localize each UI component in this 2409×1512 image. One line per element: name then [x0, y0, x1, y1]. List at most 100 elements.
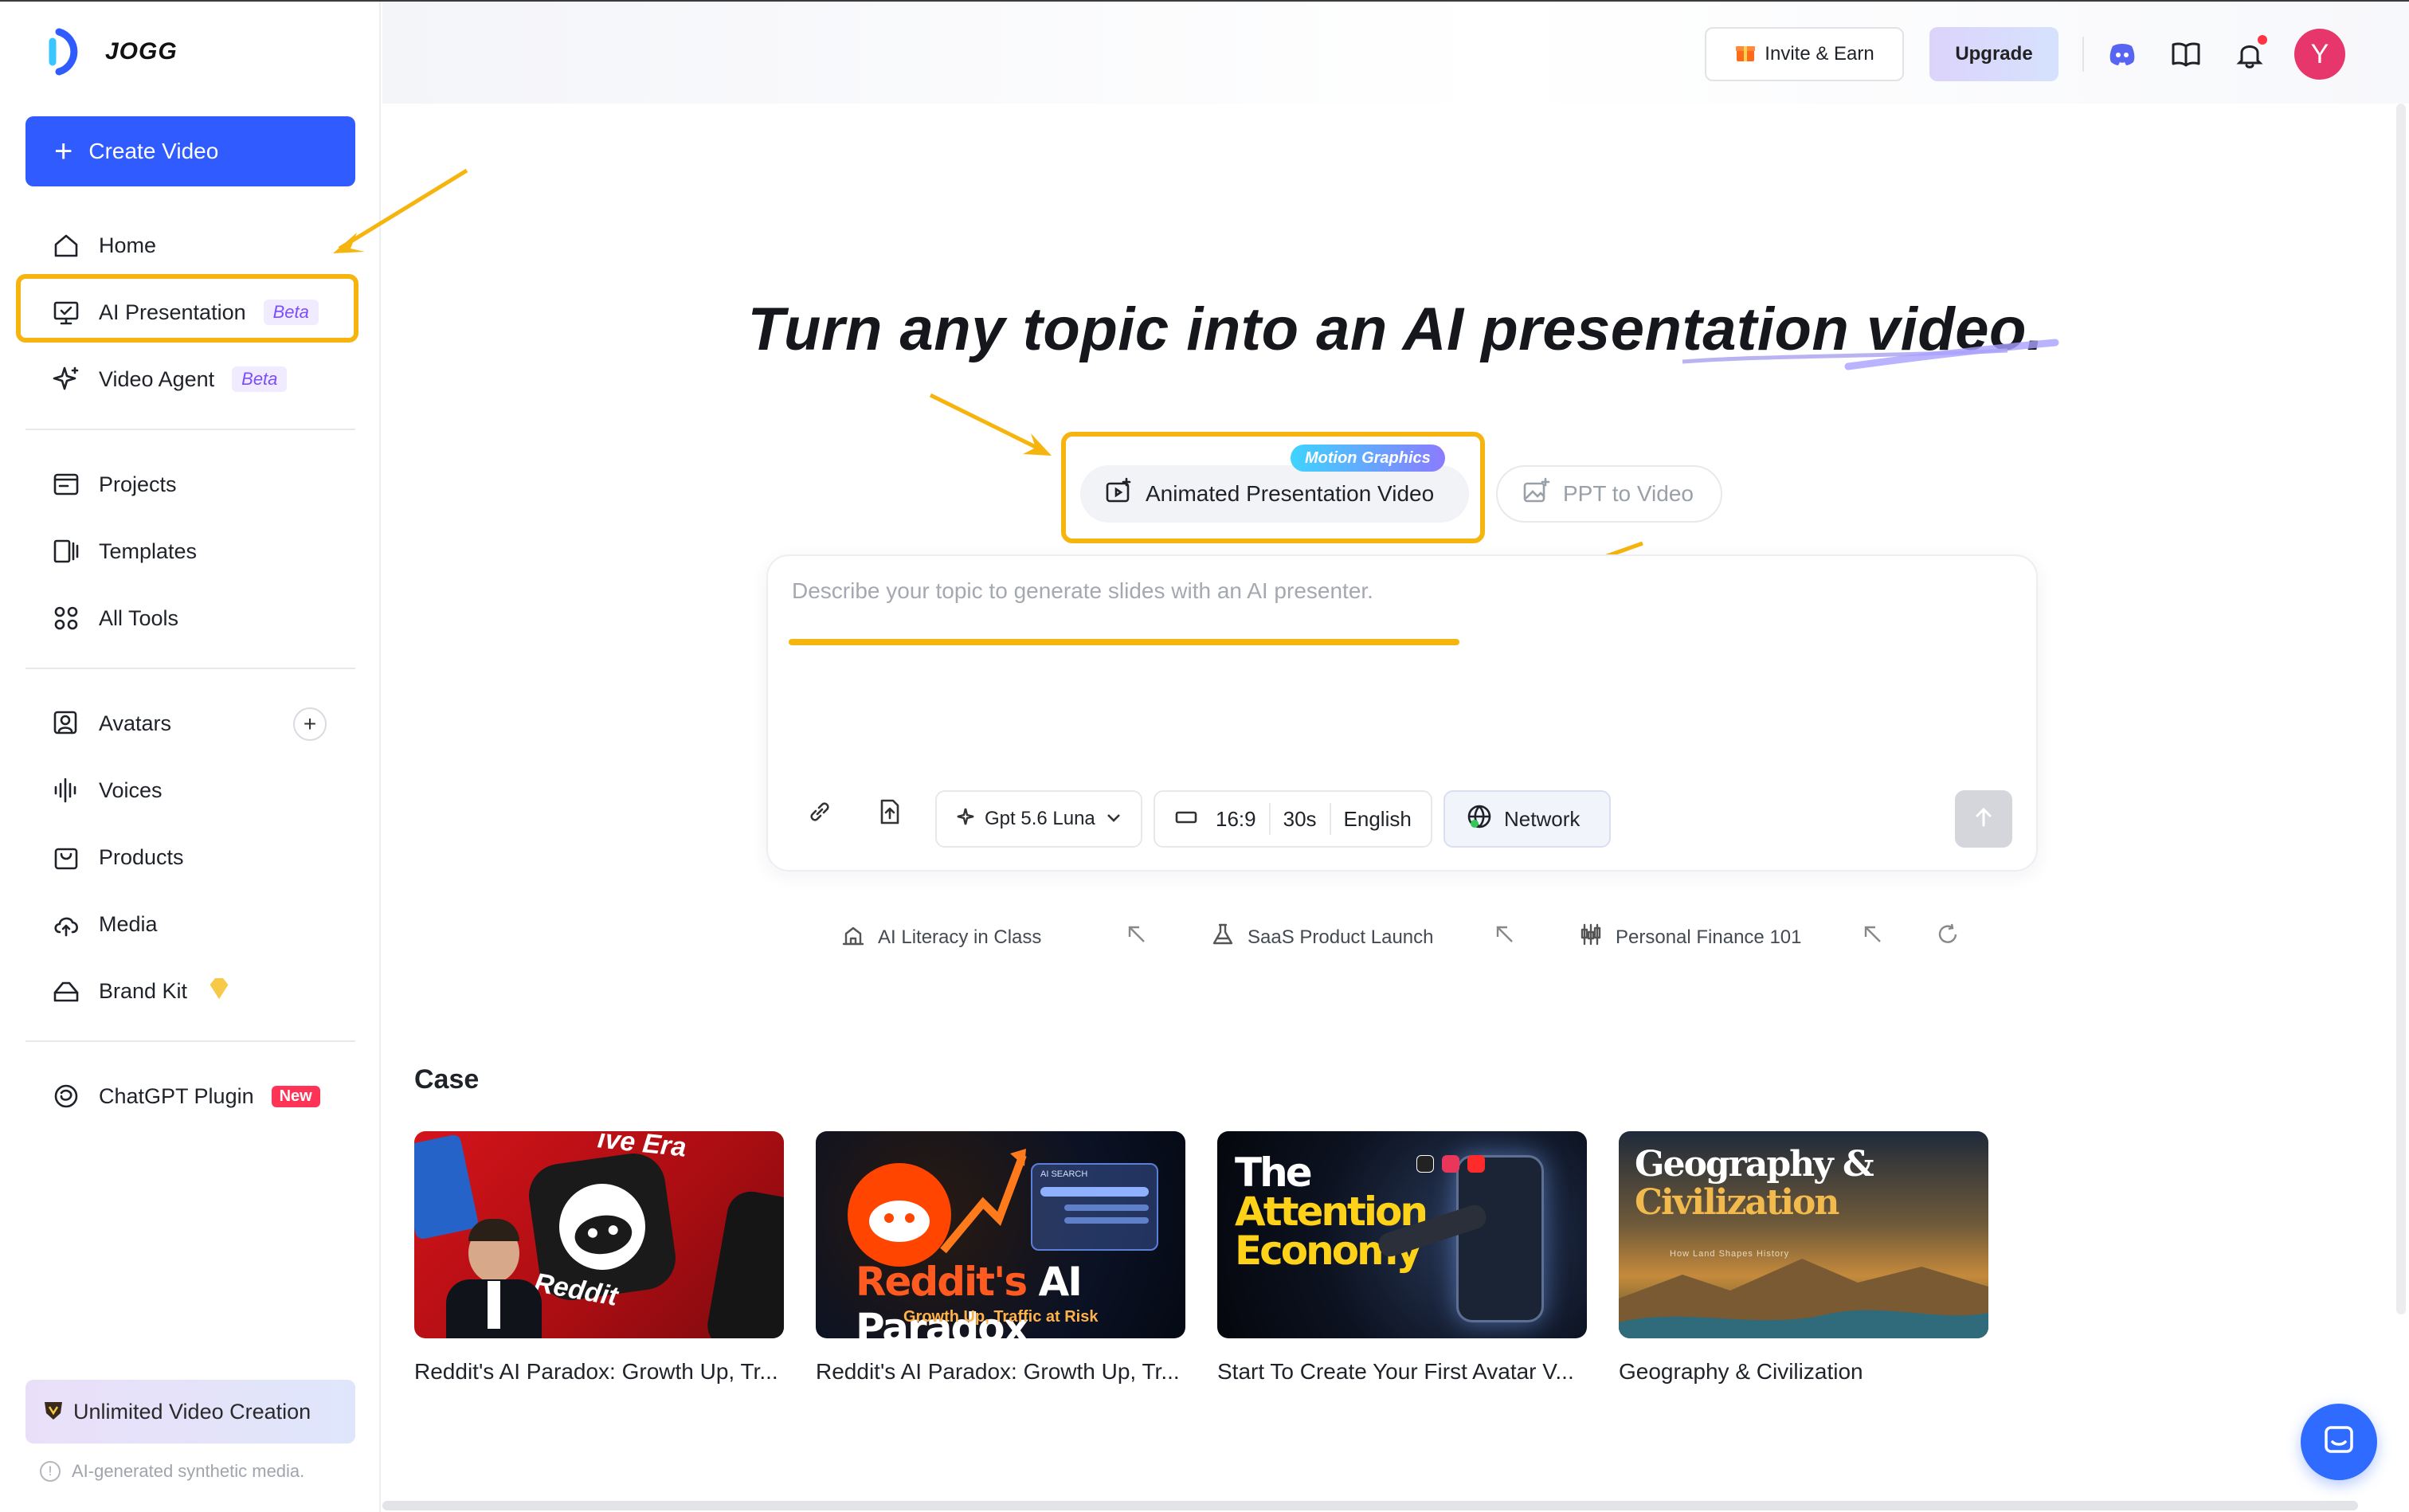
sidebar-item-media[interactable]: Media [25, 894, 355, 954]
mountains [1619, 1251, 1988, 1338]
title-underline-decoration [1682, 339, 2059, 370]
annotation-arrow [929, 393, 1052, 456]
upgrade-button[interactable]: Upgrade [1929, 27, 2058, 81]
presentation-icon [51, 297, 81, 327]
unlimited-video-creation-button[interactable]: Unlimited Video Creation [25, 1380, 355, 1443]
brand-name: JOGG [105, 38, 178, 65]
info-icon: ! [40, 1461, 61, 1482]
case-label: Geography & Civilization [1619, 1359, 1863, 1384]
beta-badge: Beta [263, 300, 319, 325]
ppt-to-video-label: PPT to Video [1563, 481, 1694, 506]
suggestion-ai-literacy[interactable]: AI Literacy in Class [841, 922, 1041, 952]
sidebar-item-chatgpt-plugin[interactable]: ChatGPT Plugin New [25, 1066, 355, 1126]
language-value: English [1343, 806, 1412, 831]
bell-icon[interactable] [2231, 35, 2269, 73]
suggestion-label: AI Literacy in Class [878, 926, 1042, 948]
phone-graphic [1456, 1155, 1544, 1322]
chatgpt-icon [51, 1081, 81, 1111]
thumb-title: Geography & Civilization [1635, 1144, 1874, 1224]
topic-input[interactable] [792, 578, 1987, 604]
sidebar-item-projects[interactable]: Projects [25, 454, 355, 515]
thumb-person [446, 1219, 542, 1338]
case-card[interactable]: AI SEARCH Reddit's AI Paradox Growth Up,… [816, 1131, 1185, 1385]
arrow-up-left-icon[interactable] [1493, 922, 1520, 950]
upload-file-icon[interactable] [867, 789, 913, 835]
suggestion-saas-launch[interactable]: SaaS Product Launch [1211, 922, 1434, 952]
duration-value: 30s [1271, 803, 1331, 835]
aspect-ratio-icon [1174, 807, 1203, 832]
create-video-button[interactable]: + Create Video [25, 116, 355, 186]
input-highlight-underline [789, 639, 1459, 645]
thumb-right-card [703, 1188, 784, 1338]
avatar-icon [51, 708, 81, 738]
case-thumbnail: The Attention Economy [1217, 1131, 1587, 1338]
invite-earn-button[interactable]: Invite & Earn [1705, 27, 1904, 81]
ai-search-label: AI SEARCH [1040, 1169, 1088, 1179]
video-settings-select[interactable]: 16:9 30s English [1154, 790, 1432, 848]
vertical-scrollbar[interactable] [2396, 104, 2406, 1314]
cloud-upload-icon [51, 909, 81, 939]
suggestion-label: SaaS Product Launch [1248, 926, 1434, 948]
discord-icon[interactable] [2103, 35, 2141, 73]
sidebar-item-label: All Tools [99, 605, 179, 630]
book-icon[interactable] [2167, 35, 2205, 73]
case-card[interactable]: Geography & Civilization How Land Shapes… [1619, 1131, 1988, 1385]
arrow-up-left-icon[interactable] [1861, 922, 1888, 950]
bag-icon [51, 842, 81, 872]
thumb-text-main: Reddit's AI Paradox [856, 1259, 1083, 1338]
ppt-to-video-tab[interactable]: PPT to Video [1496, 465, 1722, 523]
sidebar-item-brand-kit[interactable]: Brand Kit [25, 961, 355, 1021]
case-card[interactable]: ive Era Reddit Reddit's AI Paradox: Grow… [414, 1131, 784, 1385]
case-thumbnail: Geography & Civilization How Land Shapes… [1619, 1131, 1988, 1338]
sidebar-item-label: Templates [99, 539, 198, 563]
network-toggle[interactable]: Network [1443, 790, 1611, 848]
add-avatar-button[interactable]: + [293, 707, 327, 741]
sidebar-item-video-agent[interactable]: Video Agent Beta [25, 349, 355, 409]
upgrade-label: Upgrade [1955, 43, 2033, 65]
sidebar-item-avatars[interactable]: Avatars + [25, 693, 355, 754]
image-add-icon [1522, 477, 1550, 511]
growth-arrow-icon [940, 1149, 1027, 1254]
nav-divider [25, 429, 355, 430]
arrow-up-left-icon[interactable] [1125, 922, 1152, 950]
chevron-down-icon [1105, 807, 1122, 832]
sidebar-item-label: AI Presentation [99, 300, 246, 324]
sidebar-item-label: ChatGPT Plugin [99, 1083, 254, 1108]
animated-presentation-video-tab[interactable]: Animated Presentation Video [1080, 465, 1469, 523]
sidebar-item-ai-presentation[interactable]: AI Presentation Beta [25, 282, 355, 343]
animated-presentation-label: Animated Presentation Video [1146, 481, 1435, 506]
model-select[interactable]: Gpt 5.6 Luna [935, 790, 1142, 848]
grid-icon [51, 603, 81, 633]
refresh-icon[interactable] [1936, 922, 1963, 950]
case-section-title: Case [414, 1064, 480, 1095]
suggestion-personal-finance[interactable]: Personal Finance 101 [1579, 922, 1801, 952]
synthetic-label: AI-generated synthetic media. [72, 1461, 305, 1481]
gift-icon [1734, 41, 1757, 69]
case-thumbnail: AI SEARCH Reddit's AI Paradox Growth Up,… [816, 1131, 1185, 1338]
invite-label: Invite & Earn [1765, 43, 1874, 65]
sidebar-item-all-tools[interactable]: All Tools [25, 588, 355, 648]
unlimited-label: Unlimited Video Creation [73, 1399, 311, 1424]
sidebar-item-label: Avatars [99, 711, 172, 735]
sidebar-item-label: Projects [99, 472, 177, 496]
support-chat-button[interactable] [2301, 1404, 2377, 1480]
send-button[interactable] [1955, 790, 2012, 848]
case-card[interactable]: The Attention Economy Start To Create Yo… [1217, 1131, 1587, 1385]
plus-icon: + [54, 134, 73, 169]
sidebar-item-products[interactable]: Products [25, 827, 355, 887]
arrow-up-icon [1971, 805, 1996, 834]
logo[interactable]: JOGG [48, 25, 178, 78]
model-label: Gpt 5.6 Luna [985, 808, 1095, 829]
sidebar-item-home[interactable]: Home [25, 215, 355, 276]
sidebar-item-voices[interactable]: Voices [25, 760, 355, 821]
network-label: Network [1504, 806, 1581, 831]
link-icon[interactable] [797, 789, 843, 835]
sidebar-item-label: Voices [99, 778, 163, 802]
flask-icon [1211, 922, 1235, 952]
avatar-initial: Y [2310, 38, 2329, 69]
sparkle-icon [956, 807, 975, 832]
horizontal-scrollbar[interactable] [382, 1501, 2358, 1510]
user-avatar[interactable]: Y [2294, 29, 2345, 80]
crown-icon [41, 1397, 65, 1427]
sidebar-item-templates[interactable]: Templates [25, 521, 355, 582]
